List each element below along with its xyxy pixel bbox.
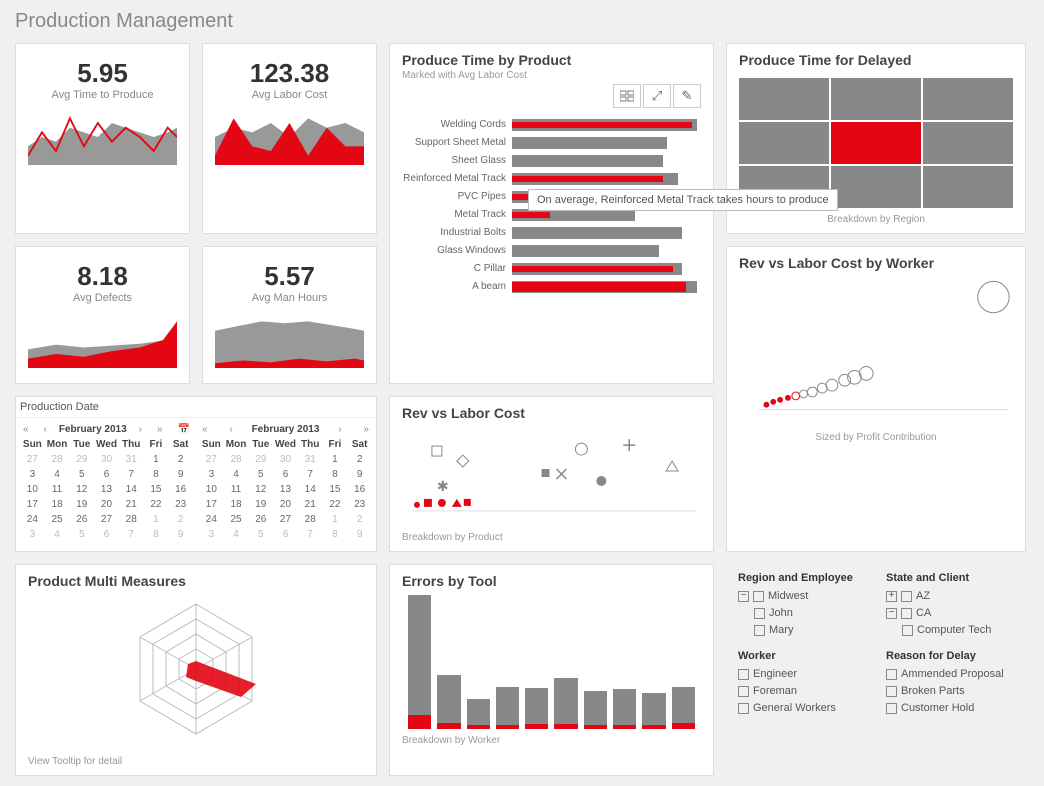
page-title: Production Management [15,10,1029,33]
collapse-icon: − [738,591,749,602]
prev-month-icon[interactable]: ‹ [226,424,235,435]
kpi-labor-cost[interactable]: 123.38 Avg Labor Cost [202,43,377,234]
card-title: Produce Time by Product [402,52,701,68]
checkbox-item[interactable]: General Workers [738,702,866,714]
labels-button[interactable] [613,84,641,108]
sparkline [28,107,177,167]
kpi-value: 5.95 [28,58,177,89]
errors-bars[interactable] [402,589,701,729]
radar-chart[interactable] [28,589,364,749]
kpi-man-hours[interactable]: 5.57 Avg Man Hours [202,246,377,384]
checkbox-icon [754,608,765,619]
breakdown-label: Sized by Profit Contribution [739,432,1013,443]
prev-year-icon[interactable]: « [199,424,211,435]
calendar-right[interactable]: « ‹ February 2013 › » SunMonTueWedThuFri… [199,422,372,542]
hint-label: View Tooltip for detail [28,756,364,767]
prev-year-icon[interactable]: « [20,424,32,435]
sparkline [215,107,364,167]
filter-heading: Reason for Delay [886,650,1014,662]
kpi-label: Avg Defects [28,292,177,304]
tooltip: On average, Reinforced Metal Track takes… [528,189,838,211]
calendar-left[interactable]: « ‹ February 2013 › » 📅 SunMonTueWedThuF… [20,422,193,542]
card-title: Produce Time for Delayed [739,52,1013,68]
next-month-icon[interactable]: › [136,424,145,435]
card-title: Product Multi Measures [28,573,364,589]
scatter-chart[interactable] [739,271,1013,421]
checkbox-icon [753,591,764,602]
kpi-defects[interactable]: 8.18 Avg Defects [15,246,190,384]
tree-item[interactable]: John [754,607,866,619]
filter-heading: Region and Employee [738,572,866,584]
tree-item[interactable]: −CA [886,607,1014,619]
date-filter-title: Production Date [16,397,376,418]
checkbox-icon [886,703,897,714]
checkbox-icon [901,591,912,602]
rev-labor-worker-card: Rev vs Labor Cost by Worker Sized by Pro… [726,246,1026,552]
checkbox-icon [738,703,749,714]
calendar-icon[interactable]: 📅 [174,424,192,435]
checkbox-icon [901,608,912,619]
checkbox-icon [886,669,897,680]
checkbox-icon [902,625,913,636]
checkbox-icon [754,625,765,636]
kpi-label: Avg Time to Produce [28,89,177,101]
breakdown-label: Breakdown by Worker [402,735,701,746]
card-title: Rev vs Labor Cost by Worker [739,255,1013,271]
scatter-chart[interactable]: ✱ [402,421,701,521]
expand-button[interactable]: ⤢ [643,84,671,108]
tree-item[interactable]: +AZ [886,590,1014,602]
card-title: Errors by Tool [402,573,701,589]
date-filter-card: Production Date « ‹ February 2013 › » 📅 … [15,396,377,552]
checkbox-item[interactable]: Foreman [738,685,866,697]
sparkline [28,310,177,370]
rev-labor-card: Rev vs Labor Cost ✱ Breakdown by Product [389,396,714,552]
collapse-icon: − [886,608,897,619]
checkbox-icon [886,686,897,697]
tree-item[interactable]: −Midwest [738,590,866,602]
kpi-label: Avg Labor Cost [215,89,364,101]
next-month-icon[interactable]: › [335,424,344,435]
filters-card: Region and Employee −Midwest John Mary W… [726,564,1026,776]
kpi-value: 5.57 [215,261,364,292]
pencil-button[interactable]: ✎ [673,84,701,108]
filter-heading: State and Client [886,572,1014,584]
multi-measures-card: Product Multi Measures View Tooltip for … [15,564,377,776]
kpi-value: 123.38 [215,58,364,89]
checkbox-item[interactable]: Broken Parts [886,685,1014,697]
errors-card: Errors by Tool Breakdown by Worker [389,564,714,776]
prev-month-icon[interactable]: ‹ [41,424,50,435]
tree-item[interactable]: Mary [754,624,866,636]
kpi-value: 8.18 [28,261,177,292]
filter-heading: Worker [738,650,866,662]
breakdown-label: Breakdown by Product [402,532,701,543]
produce-time-card: Produce Time by Product Marked with Avg … [389,43,714,384]
next-year-icon[interactable]: » [360,424,372,435]
tree-item[interactable]: Computer Tech [902,624,1014,636]
checkbox-item[interactable]: Engineer [738,668,866,680]
card-subtitle: Marked with Avg Labor Cost [402,70,701,81]
sparkline [215,310,364,370]
checkbox-icon [738,669,749,680]
next-year-icon[interactable]: » [154,424,166,435]
checkbox-item[interactable]: Customer Hold [886,702,1014,714]
kpi-label: Avg Man Hours [215,292,364,304]
kpi-time-produce[interactable]: 5.95 Avg Time to Produce [15,43,190,234]
checkbox-item[interactable]: Ammended Proposal [886,668,1014,680]
breakdown-label: Breakdown by Region [739,214,1013,225]
checkbox-icon [738,686,749,697]
svg-text:✱: ✱ [437,478,449,494]
card-title: Rev vs Labor Cost [402,405,701,421]
expand-icon: + [886,591,897,602]
